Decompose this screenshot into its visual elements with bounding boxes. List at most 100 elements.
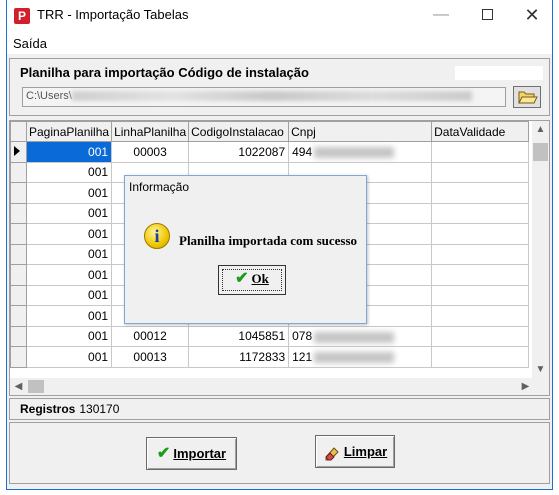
cell-linha[interactable]: 00013 — [111, 346, 190, 368]
cell-datavalidade[interactable] — [431, 141, 530, 163]
cell-linha-text: 00012 — [133, 329, 167, 344]
cell-datavalidade[interactable] — [431, 264, 530, 286]
redacted-path — [71, 91, 472, 102]
cell-pagina[interactable]: 001 — [25, 141, 113, 163]
column-header-linhaplanilha[interactable]: LinhaPlanilha — [111, 121, 190, 142]
vertical-scroll-thumb[interactable] — [533, 143, 548, 161]
app-icon: P — [14, 8, 30, 24]
check-icon: ✔ — [156, 445, 171, 462]
cell-datavalidade[interactable] — [431, 346, 530, 368]
grid-header-row: PaginaPlanilha LinhaPlanilha CodigoInsta… — [10, 121, 530, 142]
row-indicator[interactable] — [10, 325, 27, 347]
cell-codigo[interactable]: 1022087 — [188, 141, 290, 163]
cell-cnpj[interactable]: 494 — [288, 141, 433, 163]
cell-codigo[interactable]: 1172833 — [188, 346, 290, 368]
cell-pagina[interactable]: 001 — [25, 223, 113, 245]
redacted-cnpj — [314, 352, 395, 364]
redacted-cnpj — [314, 147, 395, 159]
row-indicator[interactable] — [10, 243, 27, 265]
row-indicator[interactable] — [10, 305, 27, 327]
horizontal-scroll-thumb[interactable] — [28, 380, 44, 393]
cell-datavalidade[interactable] — [431, 182, 530, 204]
cell-cnpj[interactable]: 078 — [288, 325, 433, 347]
cell-pagina-text: 001 — [88, 288, 109, 303]
maximize-icon — [481, 9, 493, 21]
scroll-left-icon[interactable]: ◀ — [10, 378, 27, 395]
cell-pagina[interactable]: 001 — [25, 264, 113, 286]
cell-pagina[interactable]: 001 — [25, 346, 113, 368]
row-indicator[interactable] — [10, 202, 27, 224]
file-panel: Planilha para importação Código de insta… — [9, 58, 550, 116]
table-row[interactable]: 001 00013 1172833 121 — [10, 346, 530, 368]
cell-pagina[interactable]: 001 — [25, 161, 113, 183]
cell-cnpj-text: 121 — [292, 349, 313, 364]
minimize-button[interactable]: — — [418, 0, 464, 32]
row-indicator[interactable] — [10, 264, 27, 286]
cell-datavalidade[interactable] — [431, 305, 530, 327]
cell-codigo-text: 1022087 — [238, 144, 286, 159]
cell-datavalidade[interactable] — [431, 202, 530, 224]
folder-open-icon — [518, 91, 538, 104]
window-title: TRR - Importação Tabelas — [37, 7, 189, 22]
cell-pagina[interactable]: 001 — [25, 202, 113, 224]
cell-pagina[interactable]: 001 — [25, 243, 113, 265]
cell-pagina-text: 001 — [88, 329, 109, 344]
cell-pagina[interactable]: 001 — [25, 182, 113, 204]
row-indicator[interactable] — [10, 284, 27, 306]
row-indicator[interactable] — [10, 161, 27, 183]
cell-datavalidade[interactable] — [431, 325, 530, 347]
redacted-cnpj — [314, 331, 395, 343]
cell-pagina-text: 001 — [88, 144, 109, 159]
table-row[interactable]: 001 00012 1045851 078 — [10, 325, 530, 347]
maximize-button[interactable] — [464, 0, 510, 32]
cell-linha-text: 00003 — [133, 144, 167, 159]
cell-datavalidade[interactable] — [431, 223, 530, 245]
row-indicator[interactable] — [10, 141, 27, 163]
row-indicator[interactable] — [10, 223, 27, 245]
scroll-corner — [532, 378, 549, 395]
cell-pagina[interactable]: 001 — [25, 305, 113, 327]
vertical-scrollbar[interactable]: ▲ ▼ — [532, 121, 549, 378]
row-indicator[interactable] — [10, 346, 27, 368]
importar-label: Importar — [173, 446, 227, 461]
horizontal-scrollbar[interactable]: ◀ ▶ — [10, 378, 534, 395]
cell-pagina-text: 001 — [88, 226, 109, 241]
column-header-paginaplanilha[interactable]: PaginaPlanilha — [25, 121, 113, 142]
cell-codigo-text: 1045851 — [238, 329, 286, 344]
row-indicator[interactable] — [10, 182, 27, 204]
cell-linha[interactable]: 00003 — [111, 141, 190, 163]
cell-pagina[interactable]: 001 — [25, 325, 113, 347]
folder-open-button[interactable] — [513, 86, 541, 108]
cell-datavalidade[interactable] — [431, 243, 530, 265]
limpar-label: Limpar — [343, 444, 388, 459]
limpar-button[interactable]: Limpar — [315, 435, 395, 468]
cell-linha[interactable]: 00012 — [111, 325, 190, 347]
status-bar: Registros 130170 — [9, 398, 550, 420]
cell-cnpj-text: 078 — [292, 329, 313, 344]
importar-button[interactable]: ✔ Importar — [146, 437, 237, 470]
cell-datavalidade[interactable] — [431, 161, 530, 183]
file-path-field[interactable]: C:\Users\ — [22, 87, 506, 107]
row-indicator-header — [10, 121, 27, 142]
column-header-datavalidade[interactable]: DataValidade — [431, 121, 530, 142]
record-count: 130170 — [79, 402, 120, 416]
table-row[interactable]: 001 00003 1022087 494 — [10, 141, 530, 163]
scroll-up-icon[interactable]: ▲ — [532, 121, 549, 138]
eraser-icon — [325, 446, 339, 461]
close-button[interactable]: ✕ — [509, 0, 555, 32]
cell-cnpj[interactable]: 121 — [288, 346, 433, 368]
column-header-cnpj[interactable]: Cnpj — [288, 121, 433, 142]
scroll-down-icon[interactable]: ▼ — [532, 361, 549, 378]
cell-pagina-text: 001 — [88, 349, 109, 364]
cell-codigo[interactable]: 1045851 — [188, 325, 290, 347]
cell-datavalidade[interactable] — [431, 284, 530, 306]
focus-rect — [222, 269, 282, 291]
column-header-codigoinstalacao[interactable]: CodigoInstalacao — [188, 121, 290, 142]
ok-button[interactable]: ✔ Ok — [218, 265, 286, 295]
file-path-text: C:\Users\ — [26, 90, 72, 102]
title-bar[interactable]: P TRR - Importação Tabelas — ✕ — [7, 0, 552, 32]
menu-item-saida[interactable]: Saída — [13, 36, 47, 51]
cell-pagina[interactable]: 001 — [25, 284, 113, 306]
file-label: Planilha para importação Código de insta… — [20, 65, 309, 80]
cell-pagina-text: 001 — [88, 247, 109, 262]
